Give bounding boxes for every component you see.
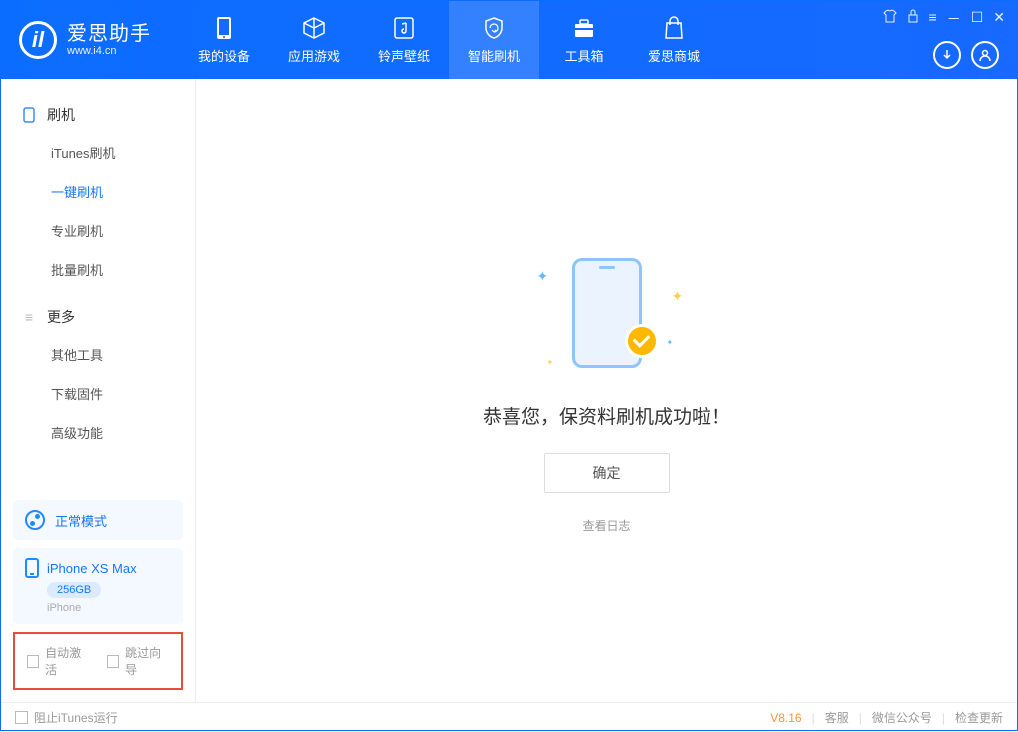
refresh-shield-icon	[482, 16, 506, 40]
sparkle-icon: ✦	[672, 288, 682, 298]
device-name: iPhone XS Max	[47, 561, 137, 576]
mode-icon	[25, 510, 45, 530]
checkbox-icon	[107, 655, 119, 668]
nav-label: 工具箱	[564, 46, 603, 65]
logo-icon: il	[19, 21, 57, 59]
user-button[interactable]	[971, 41, 999, 69]
nav-apps-games[interactable]: 应用游戏	[269, 1, 359, 79]
device-mode-card[interactable]: 正常模式	[13, 500, 183, 540]
checkbox-auto-activate[interactable]: 自动激活	[27, 644, 89, 678]
phone-outline-icon	[21, 107, 37, 123]
sidebar-item-pro-flash[interactable]: 专业刷机	[1, 211, 195, 250]
nav-my-device[interactable]: 我的设备	[179, 1, 269, 79]
download-button[interactable]	[933, 41, 961, 69]
checkmark-badge-icon	[625, 324, 659, 358]
checkbox-icon	[27, 655, 39, 668]
sparkle-icon: ✦	[667, 338, 677, 348]
sparkle-icon: ✦	[547, 358, 557, 368]
device-phone-icon	[25, 558, 39, 578]
device-card[interactable]: iPhone XS Max 256GB iPhone	[13, 548, 183, 624]
shopping-bag-icon	[662, 16, 686, 40]
app-logo: il 爱思助手 www.i4.cn	[1, 21, 169, 59]
toolbox-icon	[572, 16, 596, 40]
checkbox-label: 阻止iTunes运行	[34, 709, 118, 726]
nav-label: 应用游戏	[288, 46, 340, 65]
list-icon: ≡	[21, 309, 37, 325]
device-capacity: 256GB	[47, 582, 101, 598]
nav-ringtones-wallpapers[interactable]: 铃声壁纸	[359, 1, 449, 79]
checkbox-skip-guide[interactable]: 跳过向导	[107, 644, 169, 678]
menu-icon[interactable]: ≡	[929, 9, 937, 29]
sidebar-group-more: ≡ 更多	[1, 299, 195, 335]
lock-icon[interactable]	[907, 9, 919, 29]
group-title: 更多	[47, 307, 75, 327]
view-log-link[interactable]: 查看日志	[582, 517, 630, 534]
checkbox-icon	[15, 711, 28, 724]
nav-label: 铃声壁纸	[378, 46, 430, 65]
success-message: 恭喜您，保资料刷机成功啦！	[483, 402, 730, 429]
music-note-icon	[392, 16, 416, 40]
nav-label: 爱思商城	[648, 46, 700, 65]
sparkle-icon: ✦	[537, 268, 547, 278]
mode-label: 正常模式	[55, 511, 107, 530]
sidebar-item-other-tools[interactable]: 其他工具	[1, 335, 195, 374]
maximize-button[interactable]: ☐	[971, 9, 984, 29]
sidebar: 刷机 iTunes刷机 一键刷机 专业刷机 批量刷机 ≡ 更多 其他工具 下载固…	[1, 79, 196, 702]
wechat-link[interactable]: 微信公众号	[872, 709, 932, 726]
sidebar-item-download-firmware[interactable]: 下载固件	[1, 374, 195, 413]
app-subtitle: www.i4.cn	[67, 45, 151, 57]
version-label: V8.16	[770, 711, 801, 725]
nav-store[interactable]: 爱思商城	[629, 1, 719, 79]
sidebar-item-advanced[interactable]: 高级功能	[1, 413, 195, 452]
success-illustration: ✦ ✦ ✦ ✦	[527, 248, 687, 378]
cube-icon	[302, 16, 326, 40]
main-nav: 我的设备 应用游戏 铃声壁纸 智能刷机 工具箱	[179, 1, 719, 79]
tshirt-icon[interactable]	[883, 9, 897, 29]
checkbox-label: 跳过向导	[125, 644, 169, 678]
minimize-button[interactable]: －	[947, 9, 961, 29]
sidebar-group-flash: 刷机	[1, 97, 195, 133]
main-content: ✦ ✦ ✦ ✦ 恭喜您，保资料刷机成功啦！ 确定 查看日志	[196, 79, 1017, 702]
app-header: il 爱思助手 www.i4.cn 我的设备 应用游戏 铃声壁纸	[1, 1, 1017, 79]
phone-icon	[212, 16, 236, 40]
window-controls: ≡ － ☐ ✕	[883, 9, 1005, 29]
nav-smart-flash[interactable]: 智能刷机	[449, 1, 539, 79]
app-title: 爱思助手	[67, 23, 151, 45]
status-bar: 阻止iTunes运行 V8.16 | 客服 | 微信公众号 | 检查更新	[1, 702, 1017, 732]
sidebar-item-itunes-flash[interactable]: iTunes刷机	[1, 133, 195, 172]
nav-label: 我的设备	[198, 46, 250, 65]
sidebar-item-oneclick-flash[interactable]: 一键刷机	[1, 172, 195, 211]
group-title: 刷机	[47, 105, 75, 125]
device-type: iPhone	[47, 602, 81, 614]
support-link[interactable]: 客服	[825, 709, 849, 726]
check-update-link[interactable]: 检查更新	[955, 709, 1003, 726]
nav-toolbox[interactable]: 工具箱	[539, 1, 629, 79]
options-highlight: 自动激活 跳过向导	[13, 632, 183, 690]
close-button[interactable]: ✕	[993, 9, 1005, 29]
sidebar-item-batch-flash[interactable]: 批量刷机	[1, 250, 195, 289]
checkbox-label: 自动激活	[45, 644, 89, 678]
ok-button[interactable]: 确定	[544, 453, 670, 493]
checkbox-block-itunes[interactable]: 阻止iTunes运行	[15, 709, 118, 726]
nav-label: 智能刷机	[468, 46, 520, 65]
